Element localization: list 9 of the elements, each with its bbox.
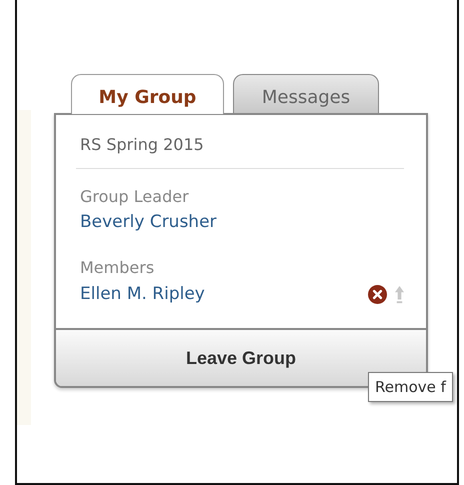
- tab[interactable]: Messages: [233, 74, 379, 113]
- section-label: Group Leader: [80, 187, 190, 206]
- section-label: Members: [80, 258, 156, 277]
- member-link[interactable]: Ellen M. Ripley: [80, 284, 205, 304]
- tooltip: Remove f: [368, 372, 453, 402]
- tab[interactable]: My Group: [71, 74, 224, 114]
- group-name: RS Spring 2015: [80, 135, 205, 154]
- remove-icon[interactable]: [368, 285, 387, 304]
- leader-link[interactable]: Beverly Crusher: [80, 212, 404, 232]
